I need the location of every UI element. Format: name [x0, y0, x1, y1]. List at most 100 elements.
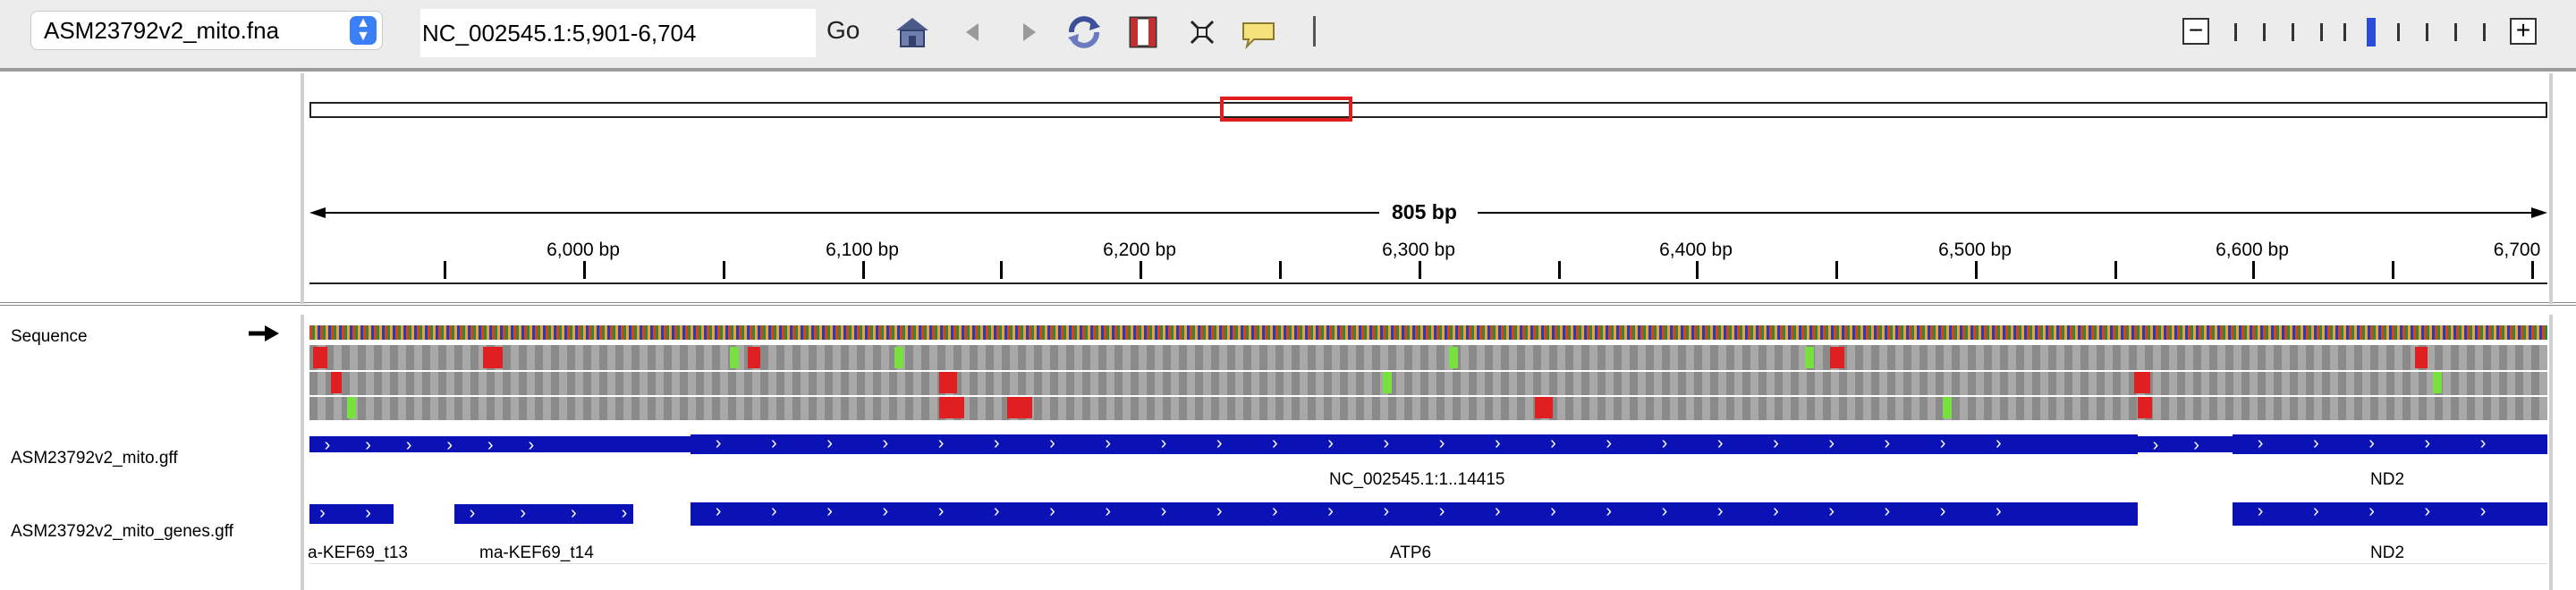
ruler-tick-label: 6,100 bp	[826, 240, 899, 260]
ruler-tick	[1975, 261, 1978, 279]
gene-feature[interactable]: › ›	[309, 504, 394, 524]
ruler-tick	[723, 261, 725, 279]
stop-codon	[748, 347, 760, 368]
stop-codon	[1007, 397, 1032, 418]
zoom-level-tick[interactable]	[2426, 23, 2428, 41]
ruler-tick	[1696, 261, 1699, 279]
ruler-tick-label: 6,300 bp	[1382, 240, 1455, 260]
strand-arrow-icon[interactable]	[249, 324, 279, 343]
ruler-tick	[1000, 261, 1003, 279]
back-icon[interactable]	[953, 13, 993, 52]
zoom-level-tick[interactable]	[2234, 23, 2237, 41]
toolbar-divider	[1313, 16, 1316, 46]
home-icon[interactable]	[893, 13, 932, 52]
genome-dropdown[interactable]: ASM23792v2_mito.fna ▲ ▼	[30, 11, 383, 50]
ruler-tick-label: 6,400 bp	[1659, 240, 1733, 260]
current-region-box[interactable]	[1220, 97, 1352, 122]
span-label: 805 bp	[1392, 200, 1457, 223]
zoom-level-tick[interactable]	[2320, 23, 2323, 41]
locus-input[interactable]	[420, 9, 816, 57]
ruler-tick-label: 6,500 bp	[1938, 240, 2012, 260]
zoom-level-tick[interactable]	[2292, 23, 2294, 41]
stop-codon	[1535, 397, 1553, 418]
stop-codon	[939, 397, 964, 418]
ruler-tick	[2114, 261, 2117, 279]
ruler-tick-label: 6,000 bp	[547, 240, 620, 260]
zoom-level-tick[interactable]	[2454, 23, 2457, 41]
gene-label: ma-KEF69_t14	[479, 544, 594, 562]
refresh-icon[interactable]	[1064, 13, 1104, 52]
ruler-tick	[444, 261, 446, 279]
stop-codon	[2134, 372, 2150, 393]
gene-label: ND2	[2370, 544, 2405, 562]
genome-dropdown-label: ASM23792v2_mito.fna	[44, 17, 280, 44]
frame-separator	[309, 370, 2547, 372]
feature-label: NC_002545.1:1..14415	[1329, 470, 1505, 489]
zoom-level-tick[interactable]	[2263, 23, 2266, 41]
ruler-tick	[1419, 261, 1421, 279]
gene-feature-atp6[interactable]: › › › › › › › › › › › › › › › › › › › › …	[691, 502, 2138, 526]
feature-region[interactable]: › ›	[2138, 436, 2233, 452]
ruler-tick	[1279, 261, 1282, 279]
track-divider	[309, 563, 2547, 564]
stop-codon	[483, 347, 503, 368]
gene-label: ATP6	[1390, 544, 1432, 562]
ruler-tick	[1835, 261, 1838, 279]
start-codon	[2433, 372, 2442, 393]
start-codon	[894, 347, 903, 368]
zoom-level-tick[interactable]	[2343, 23, 2346, 41]
toolbar: ASM23792v2_mito.fna ▲▼ Go	[0, 0, 2576, 72]
zoom-level-current[interactable]	[2367, 18, 2376, 46]
ruler-tick	[862, 261, 865, 279]
start-codon	[347, 397, 356, 418]
ruler-tick	[583, 261, 586, 279]
chevron-updown-icon: ▲ ▼	[350, 16, 377, 45]
feature-exon[interactable]: › › › › ›	[2233, 434, 2547, 454]
scroll-gutter	[2549, 73, 2553, 304]
frame-separator	[309, 395, 2547, 397]
zoom-in-button[interactable]: +	[2510, 18, 2537, 45]
start-codon	[730, 347, 739, 368]
feature-label: ND2	[2370, 470, 2405, 489]
zoom-level-tick[interactable]	[2397, 23, 2400, 41]
gene-label: a-KEF69_t13	[308, 544, 408, 562]
go-button[interactable]: Go	[826, 16, 860, 45]
translation-frames	[309, 345, 2547, 420]
feature-region[interactable]: › › › › › ›	[309, 436, 691, 452]
start-codon	[1449, 347, 1458, 368]
forward-icon[interactable]	[1009, 13, 1048, 52]
region-of-interest-icon[interactable]	[1123, 13, 1163, 52]
start-codon	[1383, 372, 1392, 393]
start-codon	[1805, 347, 1814, 368]
name-panel-divider	[301, 73, 304, 304]
ruler-tick-label: 6,700	[2493, 240, 2541, 260]
gene-feature-nd2[interactable]: › › › › ›	[2233, 502, 2547, 526]
ruler-tick	[1558, 261, 1561, 279]
track-name-mito-genes-gff[interactable]: ASM23792v2_mito_genes.gff	[11, 522, 233, 542]
ruler-tick	[1140, 261, 1142, 279]
zoom-level-tick[interactable]	[2483, 23, 2486, 41]
zoom-out-button[interactable]: −	[2182, 18, 2209, 45]
ruler-tick-label: 6,600 bp	[2216, 240, 2289, 260]
popup-info-icon[interactable]	[1238, 13, 1277, 52]
stop-codon	[313, 347, 327, 368]
start-codon	[1943, 397, 1952, 418]
stop-codon	[2415, 347, 2428, 368]
ruler-baseline	[309, 282, 2547, 284]
stop-codon	[939, 372, 957, 393]
stop-codon	[1830, 347, 1844, 368]
chromosome-ideogram[interactable]	[309, 102, 2547, 118]
stop-codon	[2138, 397, 2152, 418]
ruler-tick	[2252, 261, 2255, 279]
track-name-sequence[interactable]: Sequence	[11, 327, 88, 347]
ruler-tick	[2531, 261, 2534, 279]
scroll-gutter	[2549, 315, 2553, 590]
track-name-mito-gff[interactable]: ASM23792v2_mito.gff	[11, 449, 178, 468]
name-panel-divider	[301, 315, 304, 590]
fit-window-icon[interactable]	[1182, 13, 1222, 52]
gene-feature[interactable]: › › › ›	[454, 504, 633, 524]
sequence-bases	[309, 325, 2547, 340]
ruler-tick-label: 6,200 bp	[1103, 240, 1176, 260]
ruler-tick	[2392, 261, 2394, 279]
feature-exon[interactable]: › › › › › › › › › › › › › › › › › › › › …	[691, 434, 2138, 454]
